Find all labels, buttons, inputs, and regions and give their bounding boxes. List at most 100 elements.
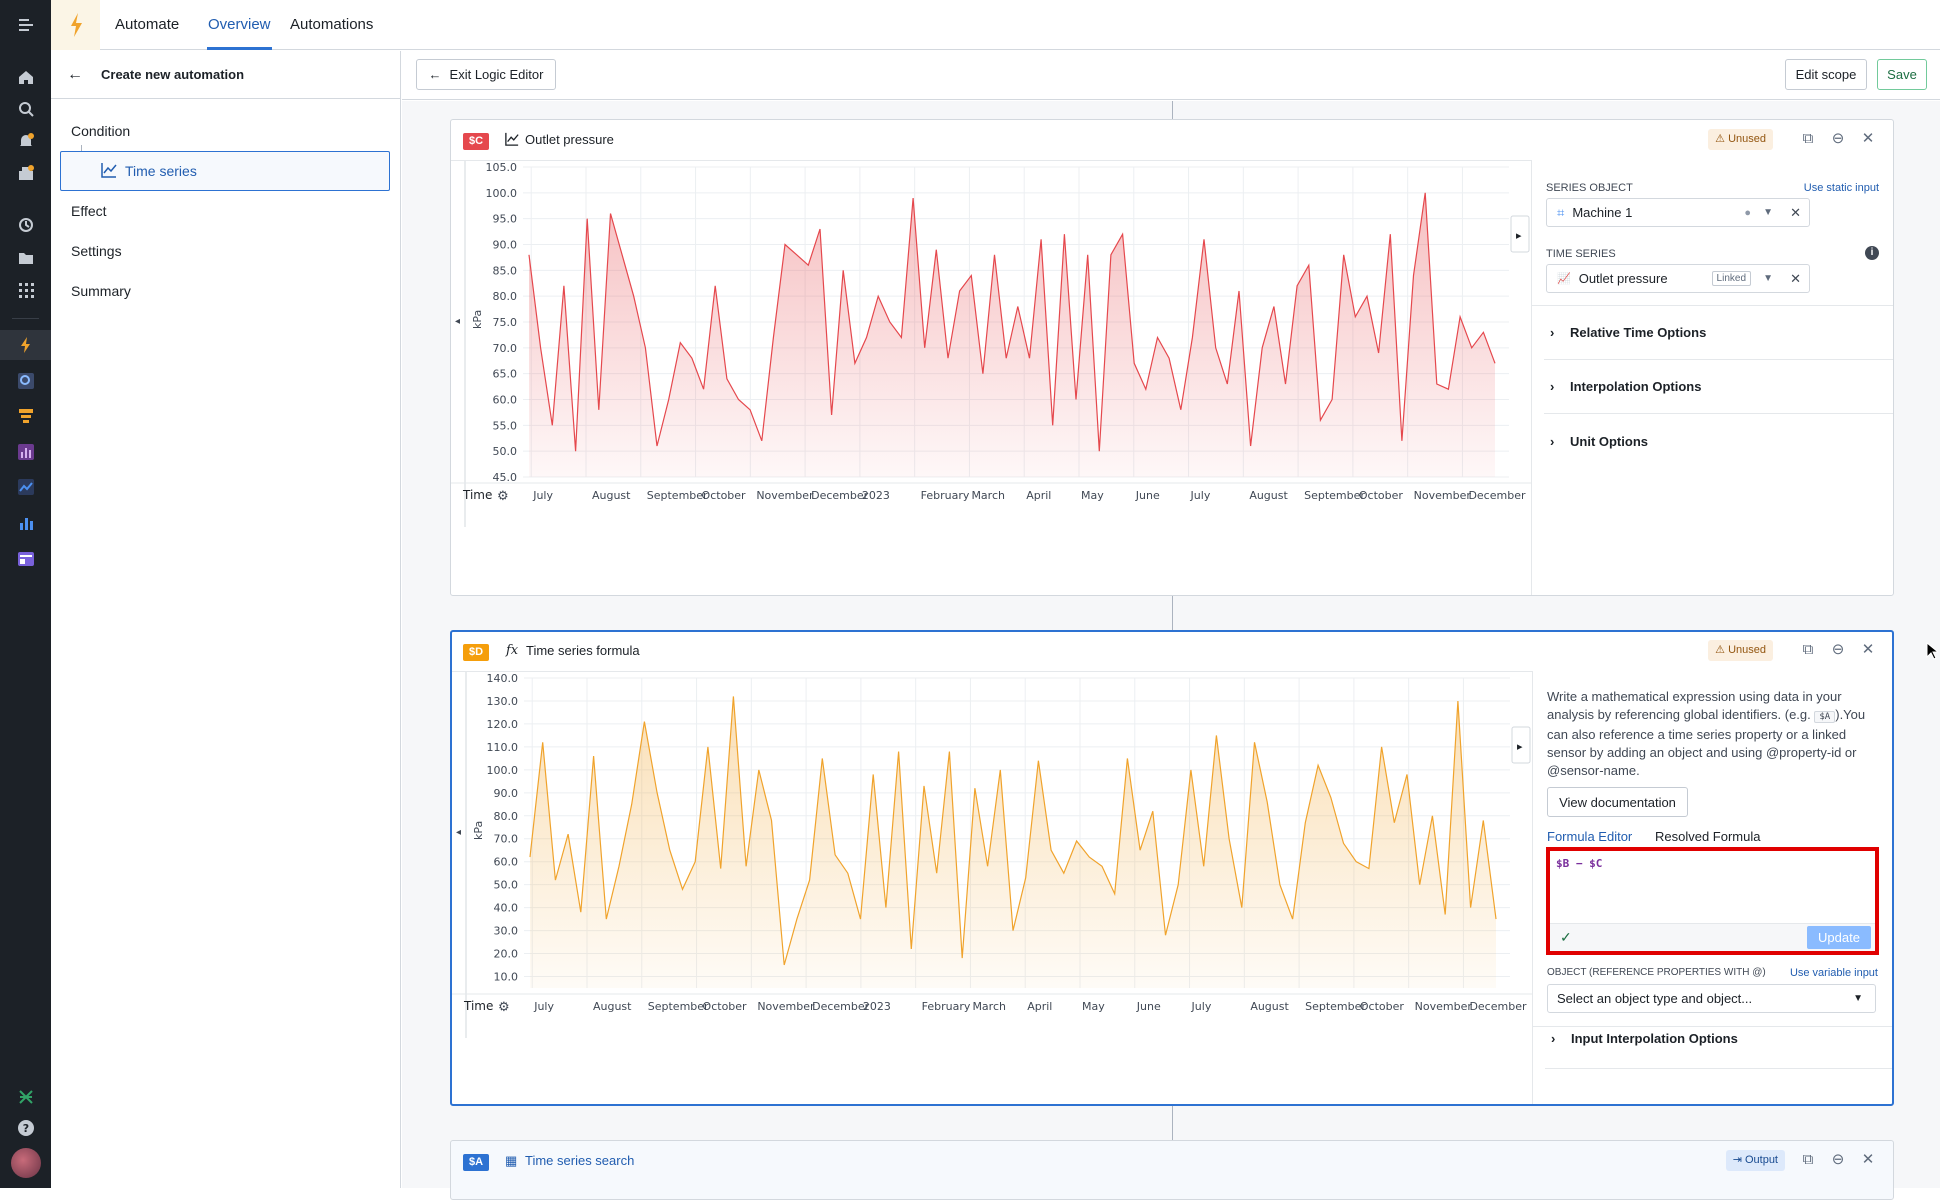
search-icon[interactable]: [0, 94, 51, 124]
workshop-app-icon[interactable]: [0, 544, 51, 574]
x-tick-label: April: [1026, 489, 1051, 502]
use-static-input-link[interactable]: Use static input: [1804, 182, 1879, 194]
y-tick-label: 130.0: [487, 695, 519, 708]
nav-time-series[interactable]: Time series: [60, 151, 390, 191]
user-avatar[interactable]: [0, 1148, 51, 1178]
save-button[interactable]: Save: [1877, 59, 1927, 90]
exit-logic-editor-button[interactable]: ← Exit Logic Editor: [416, 59, 556, 90]
automation-sidebar: ← Create new automation Condition Time s…: [51, 51, 401, 1188]
home-icon[interactable]: [0, 62, 51, 92]
update-button[interactable]: Update: [1807, 926, 1871, 949]
network-icon[interactable]: [0, 1082, 51, 1112]
quiver-app-icon[interactable]: [0, 472, 51, 502]
clear-series-icon[interactable]: ✕: [1790, 271, 1801, 287]
duplicate-icon[interactable]: ⧉: [1799, 130, 1817, 148]
pipeline-app-icon[interactable]: [0, 401, 51, 431]
y-tick-label: 100.0: [486, 187, 518, 200]
card-time-series-formula[interactable]: $D fx Time series formula ⚠ Unused ⧉ ⊖ ✕…: [450, 630, 1894, 1106]
formula-chart[interactable]: ◂ 140.0 130.0 120.0 110.0 100.0 90.0 80.0 70.0 60…: [452, 672, 1532, 1038]
sidebar-header: ← Create new automation: [51, 51, 400, 99]
y-axis-label: kPa: [472, 821, 485, 840]
app-title: Automate: [115, 16, 180, 33]
notifications-icon[interactable]: [0, 126, 51, 156]
tab-resolved-formula[interactable]: Resolved Formula: [1655, 829, 1761, 844]
object-select[interactable]: Select an object type and object... ▼: [1547, 984, 1876, 1013]
x-tick-label: August: [593, 1000, 632, 1013]
card-settings-panel: SERIES OBJECT Use static input ⌗ Machine…: [1531, 160, 1893, 595]
x-tick-label: November: [1415, 1000, 1473, 1013]
view-documentation-button[interactable]: View documentation: [1547, 787, 1688, 817]
chevron-right-icon: ›: [1550, 433, 1555, 449]
line-chart-icon: [101, 162, 117, 181]
close-icon[interactable]: ✕: [1859, 641, 1877, 659]
nav-effect[interactable]: Effect: [71, 203, 107, 219]
nav-condition[interactable]: Condition: [71, 123, 130, 139]
charts-app-icon[interactable]: [0, 508, 51, 538]
menu-icon[interactable]: [0, 10, 51, 40]
y-tick-label: 80.0: [493, 290, 518, 303]
close-icon[interactable]: ✕: [1859, 1151, 1877, 1169]
minimize-icon[interactable]: ⊖: [1829, 641, 1847, 659]
unit-options[interactable]: › Unit Options: [1544, 414, 1893, 468]
input-interpolation-options[interactable]: › Input Interpolation Options: [1545, 1029, 1892, 1069]
x-tick-label: November: [1414, 489, 1472, 502]
series-object-select[interactable]: ⌗ Machine 1 ● ▼ ✕: [1546, 198, 1810, 227]
formula-text[interactable]: $B − $C: [1556, 857, 1602, 870]
time-series-select[interactable]: 📈 Outlet pressure Linked ▼ ✕: [1546, 264, 1810, 293]
relative-time-options[interactable]: › Relative Time Options: [1544, 306, 1893, 360]
duplicate-icon[interactable]: ⧉: [1799, 641, 1817, 659]
card-title: Time series formula: [526, 643, 640, 658]
chevron-right-icon: ▸: [1516, 229, 1522, 242]
close-icon[interactable]: ✕: [1859, 130, 1877, 148]
chevron-down-icon[interactable]: ▼: [1763, 207, 1773, 218]
x-tick-label: December: [811, 489, 869, 502]
y-tick-label: 105.0: [486, 161, 518, 174]
x-tick-label: November: [756, 489, 814, 502]
use-variable-input-link[interactable]: Use variable input: [1790, 967, 1878, 979]
nav-settings[interactable]: Settings: [71, 243, 122, 259]
apps-store-icon[interactable]: [0, 158, 51, 188]
y-tick-label: 60.0: [494, 856, 519, 869]
x-tick-label: October: [1360, 1000, 1404, 1013]
outlet-pressure-chart[interactable]: ◂ 105.0 100.0 95.0 90.0 85.0 80.0 75.0 70.0 65.0 6…: [451, 161, 1531, 527]
analytics-app-icon[interactable]: [0, 437, 51, 467]
time-series-label: TIME SERIES: [1546, 248, 1616, 260]
y-tick-label: 40.0: [494, 902, 519, 915]
tab-automations[interactable]: Automations: [290, 0, 373, 50]
explorer-app-icon[interactable]: [0, 366, 51, 396]
x-tick-label: March: [972, 1000, 1006, 1013]
editor-toolbar: ← Exit Logic Editor Edit scope Save: [402, 51, 1940, 100]
folder-icon[interactable]: [0, 243, 51, 273]
nav-summary[interactable]: Summary: [71, 283, 131, 299]
x-tick-label: October: [702, 489, 746, 502]
x-tick-label: September: [648, 1000, 709, 1013]
interpolation-options[interactable]: › Interpolation Options: [1544, 360, 1893, 414]
history-icon[interactable]: [0, 210, 51, 240]
duplicate-icon[interactable]: ⧉: [1799, 1151, 1817, 1169]
minimize-icon[interactable]: ⊖: [1829, 130, 1847, 148]
tab-overview[interactable]: Overview: [207, 0, 272, 50]
minimize-icon[interactable]: ⊖: [1829, 1151, 1847, 1169]
grid-icon[interactable]: [0, 275, 51, 305]
mouse-cursor-icon: [1926, 641, 1940, 663]
help-icon[interactable]: ?: [0, 1113, 51, 1143]
chevron-down-icon[interactable]: ▼: [1763, 273, 1773, 284]
top-bar: Automate Overview Automations: [51, 0, 1940, 50]
chevron-right-icon: ›: [1551, 1031, 1556, 1046]
automate-app-icon[interactable]: [0, 330, 51, 360]
chart-area[interactable]: ◂ 140.0 130.0 120.0 110.0 100.0 90.0 80.0 70.0 60…: [452, 671, 1532, 1038]
tab-formula-editor[interactable]: Formula Editor: [1547, 829, 1632, 844]
x-tick-label: April: [1027, 1000, 1052, 1013]
status-badge: ⚠ Unused: [1708, 129, 1773, 150]
edit-scope-button[interactable]: Edit scope: [1785, 59, 1867, 90]
clear-object-icon[interactable]: ✕: [1790, 205, 1801, 221]
card-outlet-pressure[interactable]: $C Outlet pressure ⚠ Unused ⧉ ⊖ ✕ ◂ 105.0…: [450, 119, 1894, 596]
card-time-series-search[interactable]: $A ▦ Time series search ⇥ Output ⧉ ⊖ ✕: [450, 1140, 1894, 1200]
y-tick-label: 50.0: [493, 445, 518, 458]
example-code: $A: [1814, 711, 1836, 723]
y-tick-label: 65.0: [493, 368, 518, 381]
tag-c: $C: [463, 133, 490, 150]
formula-editor[interactable]: $B − $C ✓ Update: [1546, 847, 1879, 955]
chart-area[interactable]: ◂ 105.0 100.0 95.0 90.0 85.0 80.0 75.0 70.0 65.0 6…: [451, 160, 1531, 527]
back-arrow-icon[interactable]: ←: [67, 66, 83, 84]
